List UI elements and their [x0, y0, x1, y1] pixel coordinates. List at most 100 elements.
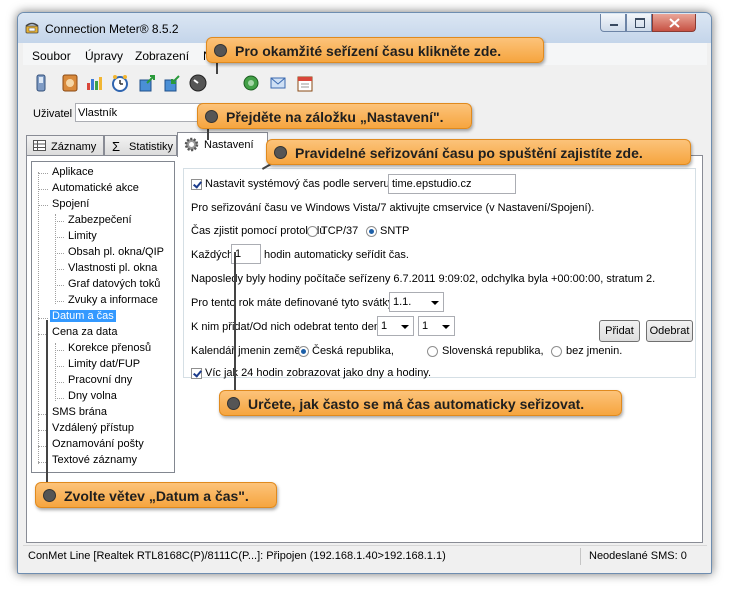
- callout-dot-icon: [43, 489, 56, 502]
- close-icon: [669, 18, 680, 28]
- country-none-radio[interactable]: [551, 346, 562, 357]
- callout-dot-icon: [227, 397, 240, 410]
- callout-text: Určete, jak často se má čas automaticky …: [248, 396, 585, 412]
- callout-settings-tab: Přejděte na záložku „Nastavení".: [197, 103, 472, 129]
- hours-checkbox[interactable]: [191, 368, 202, 379]
- calendar-label: Kalendář jmenin země: [191, 345, 301, 357]
- interval-suffix: hodin automaticky seřídit čas.: [264, 249, 409, 261]
- chevron-down-icon: [401, 325, 409, 329]
- phone-app-icon: [25, 22, 39, 34]
- menu-upravy[interactable]: Úpravy: [85, 49, 123, 63]
- date-time-settings: Nastavit systémový čas podle serveru tim…: [183, 168, 696, 379]
- callout-sync-now: Pro okamžité seřízení času klikněte zde.: [206, 37, 544, 63]
- protocol-sntp-label: SNTP: [380, 225, 410, 237]
- toolbar: [23, 65, 707, 99]
- holidays-label: Pro tento rok máte definované tyto svátk…: [191, 297, 394, 309]
- callout-on-startup: Pravidelné seřizování času po spuštění z…: [266, 139, 691, 165]
- tree-item-automaticke-akce[interactable]: Automatické akce: [52, 182, 139, 194]
- status-bar: ConMet Line [Realtek RTL8168C(P)/8111C(P…: [23, 545, 707, 568]
- tab-statistiky[interactable]: Σ Statistiky: [104, 135, 177, 155]
- tree-item-sms-brana[interactable]: SMS brána: [52, 406, 107, 418]
- connection-status: ConMet Line [Realtek RTL8168C(P)/8111C(P…: [28, 550, 446, 562]
- country-sk-radio[interactable]: [427, 346, 438, 357]
- callout-interval: Určete, jak často se má čas automaticky …: [219, 390, 622, 416]
- country-cz-radio[interactable]: [298, 346, 309, 357]
- holidays-value: 1.1.: [393, 296, 412, 308]
- protocol-tcp-radio[interactable]: [307, 226, 318, 237]
- remove-button[interactable]: Odebrat: [646, 320, 693, 342]
- country-cz-label: Česká republika,: [312, 345, 394, 357]
- month-select[interactable]: 1: [418, 316, 455, 336]
- callout-branch: Zvolte větev „Datum a čas".: [35, 482, 277, 508]
- last-sync-info: Naposledy byly hodiny počítače seřízeny …: [191, 273, 656, 285]
- tree-item-aplikace[interactable]: Aplikace: [52, 166, 94, 178]
- holidays-select[interactable]: 1.1.: [389, 292, 444, 312]
- tab-nastaveni[interactable]: Nastavení: [177, 132, 268, 157]
- close-button[interactable]: [652, 14, 696, 32]
- tab-zaznamy[interactable]: Záznamy: [26, 135, 104, 155]
- export-icon[interactable]: [138, 74, 156, 92]
- tree-item-obsah-okna[interactable]: Obsah pl. okna/QIP: [68, 246, 164, 258]
- tree-item-pracovni-dny[interactable]: Pracovní dny: [68, 374, 132, 386]
- chevron-down-icon: [442, 325, 450, 329]
- callout-text: Pro okamžité seřízení času klikněte zde.: [235, 43, 502, 59]
- user-select[interactable]: Vlastník: [75, 103, 209, 122]
- add-button[interactable]: Přidat: [599, 320, 640, 342]
- network-icon[interactable]: [242, 74, 260, 92]
- window-title: Connection Meter® 8.5.2: [45, 22, 179, 36]
- callout-text: Přejděte na záložku „Nastavení".: [226, 109, 444, 125]
- tab-label: Záznamy: [51, 141, 97, 153]
- menu-soubor[interactable]: Soubor: [32, 49, 71, 63]
- table-icon: [33, 140, 46, 151]
- sync-checkbox[interactable]: [191, 179, 202, 190]
- gear-icon: [184, 137, 199, 152]
- callout-text: Pravidelné seřizování času po spuštění z…: [295, 145, 643, 161]
- menu-zobrazeni[interactable]: Zobrazení: [135, 49, 189, 63]
- tree-item-dny-volna[interactable]: Dny volna: [68, 390, 117, 402]
- time-sync-icon[interactable]: [189, 74, 207, 92]
- interval-prefix: Každých: [191, 249, 234, 261]
- tree-item-zabezpeceni[interactable]: Zabezpečení: [68, 214, 132, 226]
- status-divider: [580, 548, 581, 565]
- hours-label: Víc jak 24 hodin zobrazovat jako dny a h…: [205, 367, 432, 379]
- chevron-down-icon: [431, 301, 439, 305]
- tab-label: Statistiky: [129, 141, 174, 153]
- tree-item-spojeni[interactable]: Spojení: [52, 198, 89, 210]
- callout-dot-icon: [274, 146, 287, 159]
- connection-icon[interactable]: [61, 74, 79, 92]
- tree-item-vzdaleny-pristup[interactable]: Vzdálený přístup: [52, 422, 134, 434]
- tree-item-datum-a-cas[interactable]: Datum a čas: [50, 310, 116, 322]
- mail-icon[interactable]: [269, 74, 287, 92]
- user-label: Uživatel: [33, 108, 73, 120]
- callout-pointer: [234, 252, 236, 392]
- import-icon[interactable]: [163, 74, 181, 92]
- tree-item-oznamovani-posty[interactable]: Oznamování pošty: [52, 438, 144, 450]
- tree-item-cena-za-data[interactable]: Cena za data: [52, 326, 117, 338]
- vista-note: Pro seřizování času ve Windows Vista/7 a…: [191, 202, 595, 214]
- tree-item-limity-fup[interactable]: Limity dat/FUP: [68, 358, 140, 370]
- phone-icon[interactable]: [32, 74, 50, 92]
- server-input[interactable]: time.epstudio.cz: [388, 174, 516, 194]
- tree-item-textove-zaznamy[interactable]: Textové záznamy: [52, 454, 137, 466]
- country-none-label: bez jmenin.: [566, 345, 623, 357]
- chart-icon[interactable]: [85, 74, 103, 92]
- tab-label: Nastavení: [204, 139, 254, 151]
- tree-item-limity[interactable]: Limity: [68, 230, 97, 242]
- minimize-button[interactable]: [600, 14, 626, 32]
- protocol-sntp-radio[interactable]: [366, 226, 377, 237]
- clock-icon[interactable]: [111, 74, 129, 92]
- protocol-label: Čas zjistit pomocí protokolu: [191, 225, 326, 237]
- settings-tree: Aplikace Automatické akce Spojení Zabezp…: [31, 161, 175, 473]
- tree-item-korekce[interactable]: Korekce přenosů: [68, 342, 151, 354]
- calendar-icon[interactable]: [296, 74, 314, 92]
- day-select[interactable]: 1: [377, 316, 414, 336]
- protocol-tcp-label: TCP/37: [321, 225, 359, 237]
- callout-dot-icon: [214, 44, 227, 57]
- tree-item-zvuky[interactable]: Zvuky a informace: [68, 294, 158, 306]
- day-value: 1: [381, 320, 388, 332]
- callout-dot-icon: [205, 110, 218, 123]
- tree-item-vlastnosti-okna[interactable]: Vlastnosti pl. okna: [68, 262, 157, 274]
- maximize-button[interactable]: [626, 14, 652, 32]
- callout-pointer: [46, 320, 48, 484]
- tree-item-graf-toku[interactable]: Graf datových toků: [68, 278, 160, 290]
